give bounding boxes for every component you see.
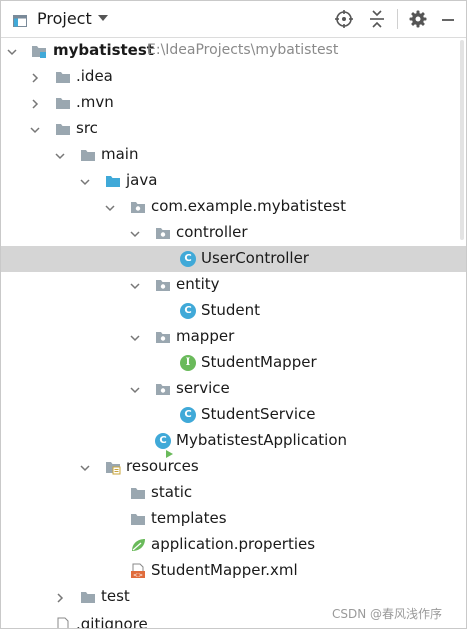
tree-label: StudentMapper.xml xyxy=(151,561,298,579)
tree-row-usercontroller[interactable]: C UserController xyxy=(1,246,466,272)
tree-label: main xyxy=(101,145,139,163)
tree-row-student[interactable]: C Student xyxy=(1,298,466,324)
tree-label: MybatistestApplication xyxy=(176,431,348,449)
chevron-down-icon[interactable] xyxy=(28,122,42,136)
locate-icon[interactable] xyxy=(334,9,354,29)
gear-icon[interactable] xyxy=(408,9,428,29)
tree-label: StudentMapper xyxy=(201,353,317,371)
tree-label: mapper xyxy=(176,327,235,345)
minimize-icon[interactable] xyxy=(438,9,458,29)
tree-label: src xyxy=(76,119,98,137)
root-path: E:\IdeaProjects\mybatistest xyxy=(147,42,339,58)
xml-file-icon: <> xyxy=(130,563,146,579)
project-tool-window: Project mybatistest E:\IdeaProjects\myba… xyxy=(0,0,467,629)
folder-icon xyxy=(55,69,71,85)
resources-folder-icon xyxy=(105,459,121,475)
package-icon xyxy=(155,277,171,293)
tree-row-controller[interactable]: controller xyxy=(1,220,466,246)
project-tree: mybatistest E:\IdeaProjects\mybatistest … xyxy=(1,38,466,628)
svg-text:<>: <> xyxy=(133,572,143,579)
tree-row-service[interactable]: service xyxy=(1,376,466,402)
tree-label: StudentService xyxy=(201,405,316,423)
tree-row-static[interactable]: static xyxy=(1,480,466,506)
tree-row-package[interactable]: com.example.mybatistest xyxy=(1,194,466,220)
tree-row-templates[interactable]: templates xyxy=(1,506,466,532)
tree-row-mapperxml[interactable]: <> StudentMapper.xml xyxy=(1,558,466,584)
chevron-right-icon[interactable] xyxy=(53,590,67,604)
chevron-down-icon[interactable] xyxy=(128,278,142,292)
tree-label: .mvn xyxy=(76,93,114,111)
project-window-icon xyxy=(13,12,27,27)
chevron-down-icon[interactable] xyxy=(128,226,142,240)
tree-row-mapper[interactable]: mapper xyxy=(1,324,466,350)
tree-row-java[interactable]: java xyxy=(1,168,466,194)
chevron-down-icon[interactable] xyxy=(78,174,92,188)
tree-row-idea[interactable]: .idea xyxy=(1,64,466,90)
tree-row-application[interactable]: C MybatistestApplication xyxy=(1,428,466,458)
folder-icon xyxy=(130,511,146,527)
tree-label: Student xyxy=(201,301,261,319)
package-icon xyxy=(130,199,146,215)
tree-label: com.example.mybatistest xyxy=(151,197,347,215)
folder-icon xyxy=(130,485,146,501)
class-icon: C xyxy=(180,251,196,267)
tree-row-main[interactable]: main xyxy=(1,142,466,168)
file-icon xyxy=(55,617,71,628)
tree-label: application.properties xyxy=(151,535,316,553)
tree-label: resources xyxy=(126,457,199,475)
interface-icon: I xyxy=(180,355,196,371)
tree-label: test xyxy=(101,587,130,605)
tree-label: java xyxy=(126,171,158,189)
view-title[interactable]: Project xyxy=(37,9,92,28)
package-icon xyxy=(155,329,171,345)
tree-label: controller xyxy=(176,223,248,241)
chevron-right-icon[interactable] xyxy=(28,70,42,84)
run-marker-icon xyxy=(165,443,173,458)
module-folder-icon xyxy=(31,43,47,59)
tree-label: templates xyxy=(151,509,227,527)
chevron-down-icon[interactable] xyxy=(128,330,142,344)
tool-window-header: Project xyxy=(1,1,466,38)
chevron-down-icon[interactable] xyxy=(78,460,92,474)
class-icon: C xyxy=(180,407,196,423)
class-icon: C xyxy=(180,303,196,319)
chevron-right-icon[interactable] xyxy=(28,96,42,110)
tree-label: .idea xyxy=(76,67,113,85)
tree-row-appprops[interactable]: application.properties xyxy=(1,532,466,558)
tree-row-studentmapper[interactable]: I StudentMapper xyxy=(1,350,466,376)
tree-label: service xyxy=(176,379,230,397)
watermark: CSDN @春风浅作序 xyxy=(332,607,443,621)
collapse-all-icon[interactable] xyxy=(367,9,387,29)
tree-label: UserController xyxy=(201,249,309,267)
root-label: mybatistest xyxy=(53,41,154,59)
folder-icon xyxy=(80,147,96,163)
tree-row-resources[interactable]: resources xyxy=(1,454,466,480)
tree-label: static xyxy=(151,483,193,501)
folder-icon xyxy=(55,95,71,111)
source-folder-icon xyxy=(105,173,121,189)
chevron-down-icon[interactable] xyxy=(98,15,108,21)
package-icon xyxy=(155,225,171,241)
folder-icon xyxy=(80,589,96,605)
spring-leaf-icon xyxy=(130,537,146,553)
tree-row-entity[interactable]: entity xyxy=(1,272,466,298)
toolbar-separator xyxy=(397,9,398,29)
chevron-down-icon[interactable] xyxy=(128,382,142,396)
tree-row-mvn[interactable]: .mvn xyxy=(1,90,466,116)
tree-label: .gitignore xyxy=(76,615,148,629)
tree-row-src[interactable]: src xyxy=(1,116,466,142)
tree-row-studentservice[interactable]: C StudentService xyxy=(1,402,466,428)
chevron-down-icon[interactable] xyxy=(103,200,117,214)
package-icon xyxy=(155,381,171,397)
tree-row-root[interactable]: mybatistest E:\IdeaProjects\mybatistest xyxy=(1,38,466,64)
chevron-down-icon[interactable] xyxy=(53,148,67,162)
tree-label: entity xyxy=(176,275,220,293)
chevron-down-icon[interactable] xyxy=(5,44,19,58)
folder-icon xyxy=(55,121,71,137)
